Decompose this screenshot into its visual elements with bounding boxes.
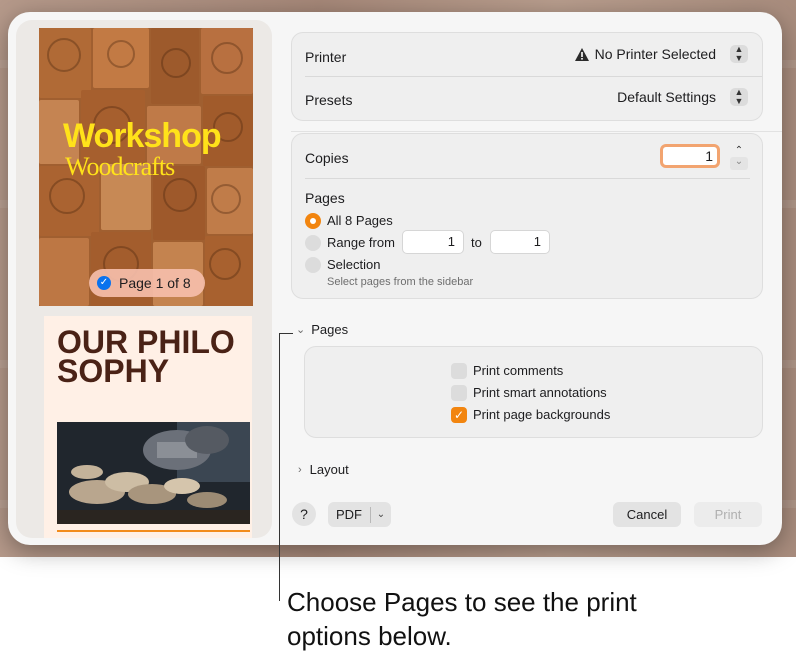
all-pages-label: All 8 Pages: [327, 213, 393, 228]
print-page-backgrounds-checkbox[interactable]: ✓: [451, 407, 467, 423]
print-comments-label: Print comments: [473, 363, 564, 378]
range-to-label: to: [471, 235, 482, 250]
pages-heading: Pages: [305, 190, 345, 206]
print-comments-checkbox[interactable]: [451, 363, 467, 379]
printer-select[interactable]: No Printer Selected ▲ ▼: [574, 45, 748, 63]
selection-radio[interactable]: [305, 257, 321, 273]
page-selection-badge: ✓ Page 1 of 8: [89, 269, 205, 297]
page-badge-label: Page 1 of 8: [119, 275, 191, 291]
layout-disclosure[interactable]: › Layout: [298, 462, 349, 477]
pdf-label: PDF: [336, 507, 362, 522]
page-thumbnail-2[interactable]: OUR PHILOSOPHY: [44, 316, 252, 538]
copies-input[interactable]: 1: [660, 144, 720, 168]
print-smart-annotations-checkbox[interactable]: [451, 385, 467, 401]
selection-label: Selection: [327, 257, 381, 272]
chevron-right-icon: ›: [298, 463, 302, 476]
printer-value: No Printer Selected: [594, 46, 716, 62]
presets-value: Default Settings: [617, 89, 716, 105]
help-button[interactable]: ?: [292, 502, 316, 526]
pages-disclosure-label: Pages: [311, 322, 349, 337]
print-smart-annotations-label: Print smart annotations: [473, 385, 607, 400]
print-button[interactable]: Print: [694, 502, 762, 527]
copies-stepper[interactable]: ⌃ ⌄: [730, 144, 748, 170]
warning-icon: [574, 47, 589, 61]
printer-presets-panel: Printer No Printer Selected ▲ ▼ Presets D…: [291, 32, 763, 121]
presets-label: Presets: [305, 92, 353, 108]
page2-heading: OUR PHILOSOPHY: [57, 324, 235, 389]
woodworking-photo: [57, 422, 250, 524]
layout-disclosure-label: Layout: [309, 462, 349, 477]
callout-tick: [279, 333, 293, 334]
cover-subtitle: Woodcrafts: [65, 152, 175, 181]
divider: [305, 178, 750, 179]
printer-label: Printer: [305, 49, 347, 65]
checkmark-icon: ✓: [97, 276, 111, 290]
copies-label: Copies: [305, 150, 349, 166]
range-from-input[interactable]: 1: [402, 230, 464, 254]
selection-hint: Select pages from the sidebar: [327, 276, 474, 288]
callout-text: Choose Pages to see the print options be…: [287, 587, 637, 651]
pdf-menu-button[interactable]: PDF ⌄: [328, 502, 391, 527]
scroll-separator: [291, 131, 782, 132]
cancel-button[interactable]: Cancel: [613, 502, 681, 527]
chevron-down-icon: ⌄: [296, 324, 306, 336]
page-thumbnail-1[interactable]: Workshop Woodcrafts ✓ Page 1 of 8: [39, 28, 253, 306]
updown-chevron-icon: ▲ ▼: [730, 88, 748, 106]
print-page-backgrounds-label: Print page backgrounds: [473, 407, 611, 422]
page-preview-sidebar[interactable]: Workshop Woodcrafts ✓ Page 1 of 8 OUR PH…: [16, 20, 272, 538]
chevron-down-icon: ⌄: [376, 509, 386, 520]
pages-options-panel: Print comments Print smart annotations ✓…: [304, 346, 763, 438]
range-from-label: Range from: [327, 235, 395, 250]
print-dialog: Workshop Woodcrafts ✓ Page 1 of 8 OUR PH…: [8, 12, 782, 545]
chevron-down-icon[interactable]: ⌄: [730, 157, 748, 170]
divider: [57, 530, 250, 532]
pages-disclosure[interactable]: ⌄ Pages: [296, 322, 348, 337]
cover-title: Workshop: [63, 117, 222, 155]
all-pages-radio[interactable]: [305, 213, 321, 229]
range-to-input[interactable]: 1: [490, 230, 550, 254]
copies-pages-panel: Copies 1 ⌃ ⌄ Pages All 8 Pages Range fro…: [291, 133, 763, 299]
presets-select[interactable]: Default Settings ▲ ▼: [617, 88, 748, 106]
updown-chevron-icon: ▲ ▼: [730, 45, 748, 63]
divider: [305, 76, 762, 77]
callout-line: [279, 333, 280, 601]
range-radio[interactable]: [305, 235, 321, 251]
